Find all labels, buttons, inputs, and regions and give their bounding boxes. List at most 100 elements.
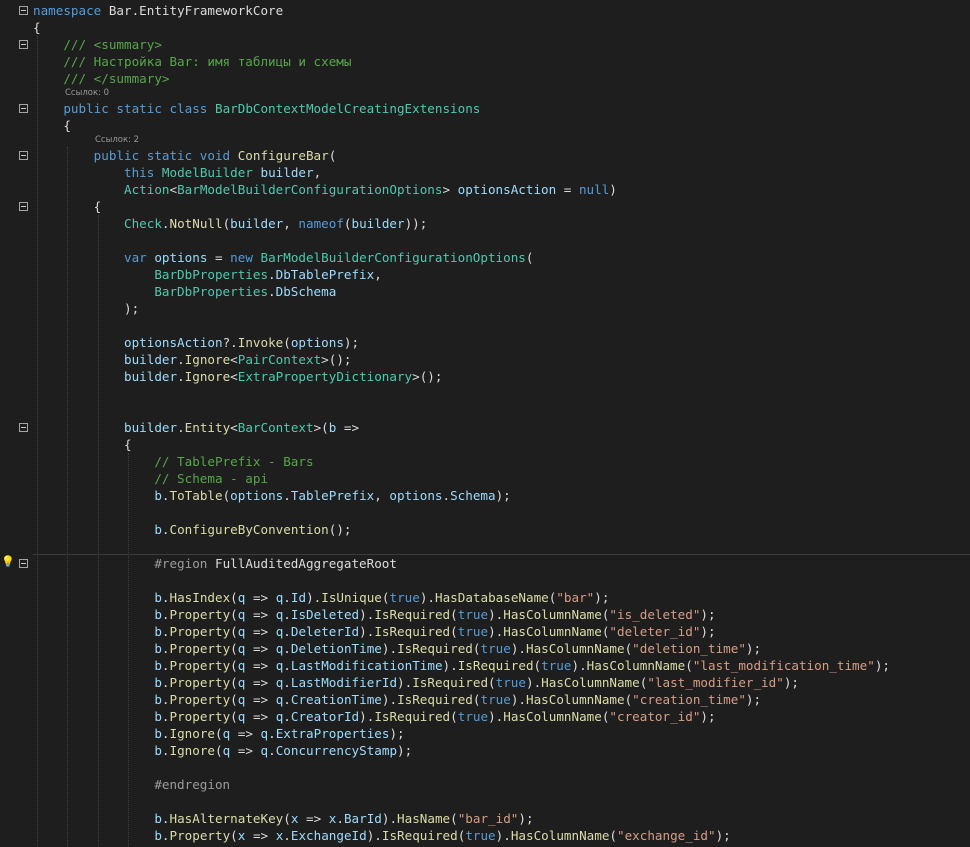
code-token: builder [33, 352, 178, 367]
code-line[interactable]: { [33, 19, 41, 36]
code-line[interactable]: b.Property(x => x.ExchangeId).IsRequired… [33, 827, 730, 844]
fold-toggle-icon[interactable] [19, 559, 28, 568]
code-token: true [480, 692, 511, 707]
code-token: . [283, 692, 291, 707]
code-line[interactable]: b.Property(q => q.CreatorId).IsRequired(… [33, 708, 715, 725]
code-token: Bar.EntityFrameworkCore [101, 3, 284, 18]
code-line[interactable]: /// Настройка Bar: имя таблицы и схемы [33, 53, 351, 70]
code-line[interactable]: b.Property(q => q.CreationTime).IsRequir… [33, 691, 761, 708]
code-line[interactable]: b.HasAlternateKey(x => x.BarId).HasName(… [33, 810, 534, 827]
code-line[interactable]: b.Property(q => q.DeleterId).IsRequired(… [33, 623, 716, 640]
code-token: ). [488, 624, 504, 639]
code-line[interactable]: /// <summary> [33, 36, 162, 53]
code-line[interactable]: b.ToTable(options.TablePrefix, options.S… [33, 487, 510, 504]
lightbulb-icon[interactable]: 💡 [1, 555, 15, 568]
code-line[interactable]: BarDbProperties.DbSchema [33, 283, 336, 300]
fold-toggle-icon[interactable] [19, 104, 28, 113]
code-line[interactable]: builder.Ignore<PairContext>(); [33, 351, 352, 368]
code-token: => [245, 675, 276, 690]
code-token: . [161, 641, 170, 656]
code-token: ); [518, 811, 534, 826]
code-token: ( [381, 590, 390, 605]
code-line[interactable]: // TablePrefix - Bars [33, 453, 313, 470]
code-token: ); [874, 658, 890, 673]
code-line[interactable]: Check.NotNull(builder, nameof(builder)); [33, 215, 427, 232]
code-line[interactable]: b.Property(q => q.LastModificationTime).… [33, 657, 890, 674]
codelens-references[interactable]: Ссылок: 0 [65, 88, 109, 99]
code-line[interactable]: var options = new BarModelBuilderConfigu… [33, 249, 533, 266]
code-token: => [245, 607, 276, 622]
code-token: Ignore [169, 743, 216, 758]
code-token: . [283, 590, 291, 605]
code-token: Property [169, 675, 231, 690]
code-token: TablePrefix [290, 488, 375, 503]
code-token: , [374, 267, 382, 282]
code-token: ); [33, 301, 140, 316]
code-line[interactable]: { [33, 436, 132, 453]
code-line[interactable]: BarDbProperties.DbTablePrefix, [33, 266, 382, 283]
code-token: ); [700, 624, 716, 639]
code-token: DbSchema [275, 284, 337, 299]
code-token: = [556, 182, 579, 197]
code-token: ). [381, 692, 398, 707]
code-token: IsRequired [457, 658, 534, 673]
code-token: = [207, 250, 231, 265]
code-token: ). [419, 590, 436, 605]
code-token: ); [783, 675, 799, 690]
codelens-references[interactable]: Ссылок: 2 [95, 135, 139, 146]
code-line[interactable]: b.Ignore(q => q.ConcurrencyStamp); [33, 742, 412, 759]
code-token: Property [169, 624, 231, 639]
code-token: DbTablePrefix [275, 267, 375, 282]
code-line[interactable]: ); [33, 300, 139, 317]
code-token: ). [359, 709, 375, 724]
code-line[interactable]: b.Property(q => q.LastModifierId).IsRequ… [33, 674, 799, 691]
code-line[interactable]: #endregion [33, 776, 230, 793]
code-token: HasColumnName [541, 675, 640, 690]
code-token: ( [450, 811, 458, 826]
code-token: ( [215, 743, 223, 758]
fold-toggle-icon[interactable] [19, 423, 28, 432]
code-line[interactable]: b.HasIndex(q => q.Id).IsUnique(true).Has… [33, 589, 609, 606]
code-line[interactable]: #region FullAuditedAggregateRoot [33, 555, 397, 572]
code-token: "bar_id" [457, 811, 519, 826]
code-line[interactable]: b.Property(q => q.DeletionTime).IsRequir… [33, 640, 761, 657]
code-token: => [245, 828, 276, 843]
code-line[interactable]: b.ConfigureByConvention(); [33, 521, 351, 538]
code-line[interactable]: optionsAction?.Invoke(options); [33, 334, 359, 351]
fold-toggle-icon[interactable] [19, 202, 28, 211]
indent-guide [128, 453, 129, 847]
fold-toggle-icon[interactable] [19, 151, 28, 160]
code-line[interactable]: public static void ConfigureBar( [33, 147, 337, 164]
code-token: Schema [450, 488, 496, 503]
code-line[interactable]: builder.Entity<BarContext>(b => [33, 419, 359, 436]
code-token: q [260, 726, 269, 741]
code-line[interactable]: /// </summary> [33, 70, 169, 87]
code-line[interactable]: b.Ignore(q => q.ExtraProperties); [33, 725, 404, 742]
code-line[interactable]: Action<BarModelBuilderConfigurationOptio… [33, 181, 617, 198]
code-token: ); [745, 641, 762, 656]
code-token: HasColumnName [503, 607, 602, 622]
code-line[interactable]: public static class BarDbContextModelCre… [33, 100, 480, 117]
code-token: ToTable [169, 488, 223, 503]
code-token: IsUnique [321, 590, 382, 605]
code-token: ( [533, 658, 542, 673]
code-token: ( [685, 658, 693, 673]
code-token: BarId [343, 811, 382, 826]
code-line[interactable]: builder.Ignore<ExtraPropertyDictionary>(… [33, 368, 443, 385]
code-token: . [283, 607, 291, 622]
code-line[interactable]: // Schema - api [33, 470, 268, 487]
code-line[interactable]: this ModelBuilder builder, [33, 164, 321, 181]
code-line[interactable]: namespace Bar.EntityFrameworkCore [33, 2, 283, 19]
code-editor[interactable]: Ссылок: 0 Ссылок: 2 namespace Bar.EntityFr… [0, 0, 970, 847]
code-token: options [389, 488, 443, 503]
code-line[interactable]: b.Property(q => q.IsDeleted).IsRequired(… [33, 606, 715, 623]
code-token: . [161, 726, 170, 741]
fold-toggle-icon[interactable] [19, 6, 28, 15]
code-token: ). [442, 658, 458, 673]
code-token: ExtraPropertyDictionary [237, 369, 413, 384]
fold-toggle-icon[interactable] [19, 40, 28, 49]
code-token: DeleterId [290, 624, 360, 639]
code-token: ( [230, 709, 238, 724]
code-line[interactable]: { [33, 117, 71, 134]
code-token: builder [260, 165, 314, 180]
